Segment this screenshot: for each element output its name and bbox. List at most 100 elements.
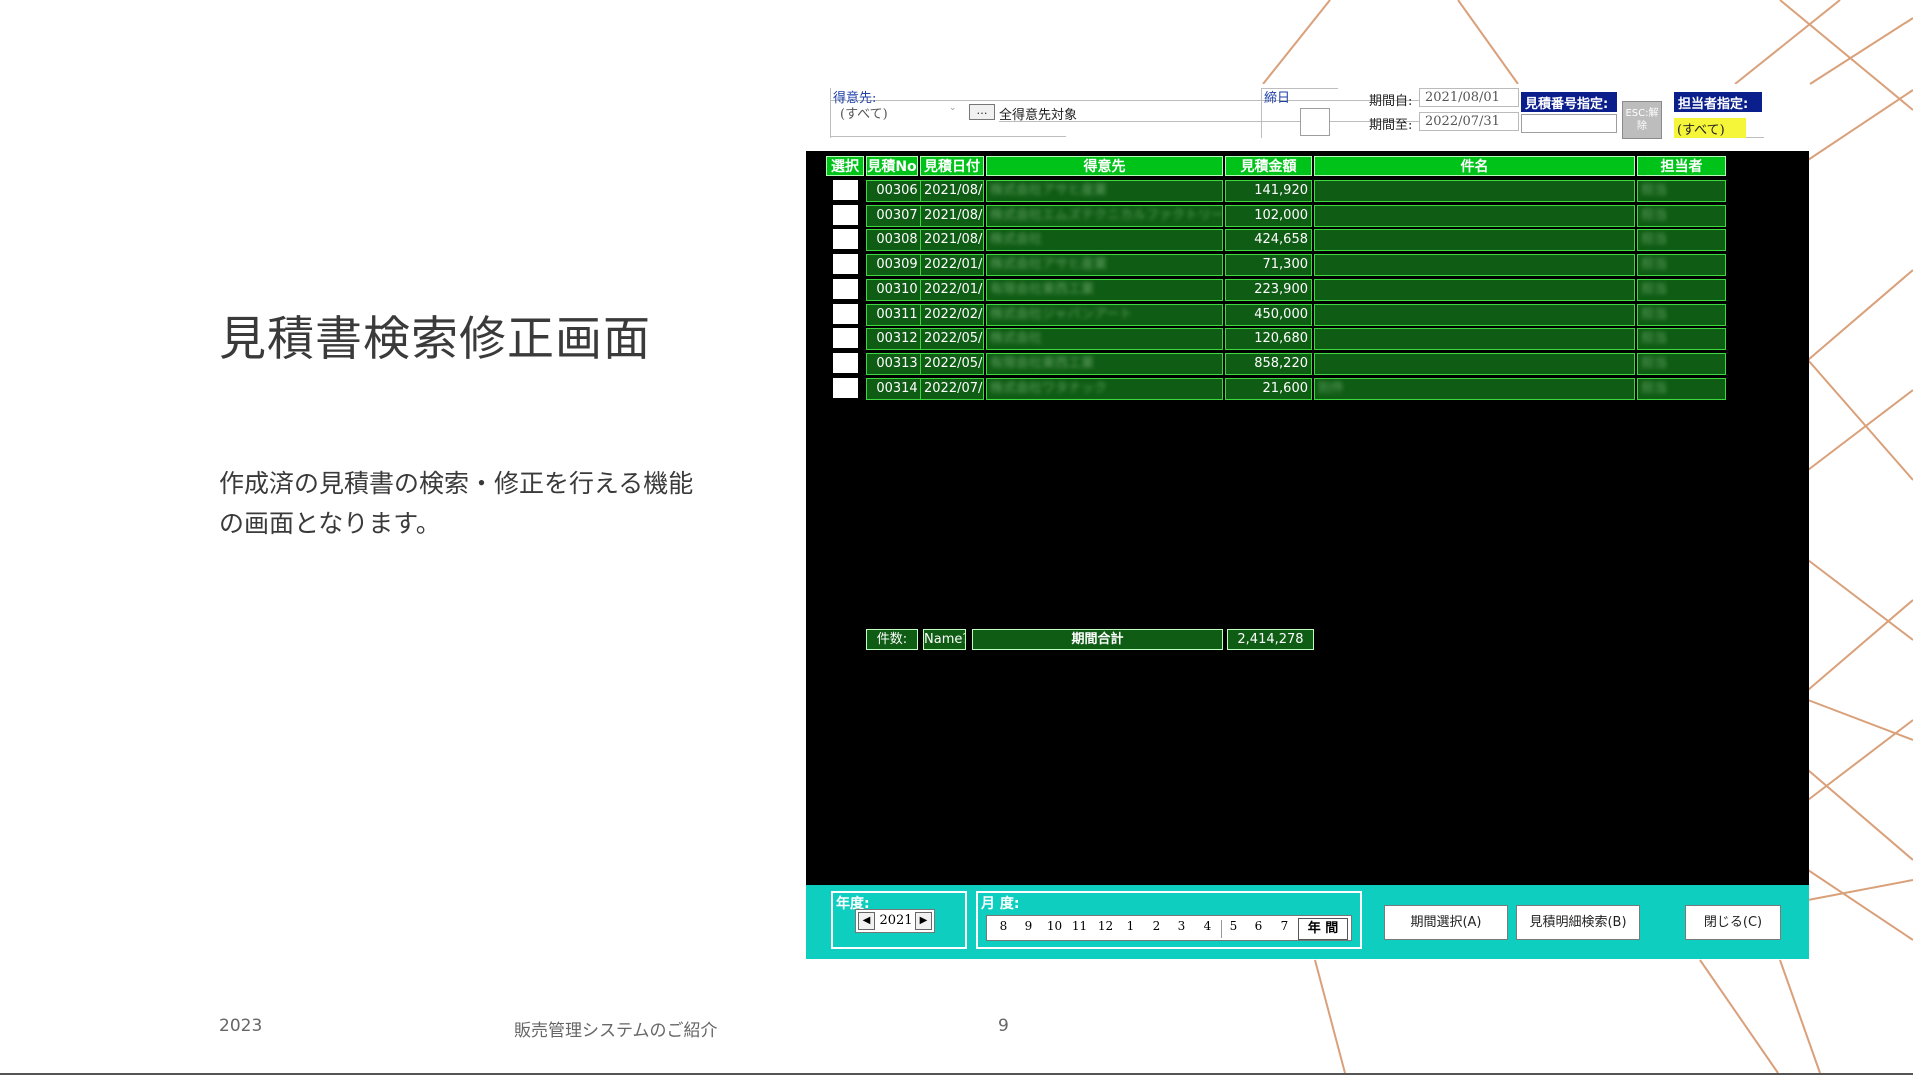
quote-no-cell[interactable]: 00310 — [866, 279, 928, 301]
quote-date-cell[interactable]: 2022/07/28 — [920, 378, 984, 400]
quote-date-cell[interactable]: 2022/05/06 — [920, 328, 984, 350]
esc-clear-button[interactable]: ESC:解除 — [1622, 101, 1662, 139]
quote-no-cell[interactable]: 00309 — [866, 254, 928, 276]
amount-cell[interactable]: 102,000 — [1225, 205, 1312, 227]
customer-cell[interactable]: 株式会社アサヒ産業 — [986, 254, 1223, 276]
column-header-customer[interactable]: 得意先 — [986, 156, 1223, 176]
month-button[interactable]: 8 — [991, 919, 1016, 933]
filter-divider — [1746, 137, 1764, 138]
quote-no-cell[interactable]: 00311 — [866, 304, 928, 326]
select-checkbox[interactable] — [833, 180, 858, 200]
quote-no-cell[interactable]: 00314 — [866, 378, 928, 400]
amount-cell[interactable]: 424,658 — [1225, 229, 1312, 251]
customer-cell[interactable]: 株式会社ワタナック — [986, 378, 1223, 400]
quote-no-cell[interactable]: 00312 — [866, 328, 928, 350]
month-button[interactable]: 11 — [1067, 919, 1092, 933]
period-to-input[interactable]: 2022/07/31 — [1419, 112, 1519, 131]
staff-cell[interactable]: 担当 — [1637, 254, 1726, 276]
subject-cell[interactable] — [1314, 205, 1635, 227]
amount-cell[interactable]: 71,300 — [1225, 254, 1312, 276]
customer-cell[interactable]: 株式会社エムズテクニカルファクトリー — [986, 205, 1223, 227]
amount-cell[interactable]: 223,900 — [1225, 279, 1312, 301]
year-prev-icon[interactable]: ◀ — [858, 912, 875, 930]
staff-cell[interactable]: 担当 — [1637, 180, 1726, 202]
month-button[interactable]: 7 — [1272, 919, 1297, 933]
closing-day-input[interactable] — [1300, 108, 1330, 136]
month-button[interactable]: 3 — [1169, 919, 1194, 933]
year-next-icon[interactable]: ▶ — [915, 912, 932, 930]
staff-cell[interactable]: 担当 — [1637, 205, 1726, 227]
month-button[interactable]: 5 — [1221, 919, 1246, 933]
select-checkbox[interactable] — [833, 304, 858, 324]
count-label: 件数: — [866, 629, 918, 650]
select-checkbox[interactable] — [833, 378, 858, 398]
period-select-button[interactable]: 期間選択(A) — [1384, 905, 1508, 940]
select-checkbox[interactable] — [833, 205, 858, 225]
quote-no-cell[interactable]: 00306 — [866, 180, 928, 202]
quote-date-cell[interactable]: 2022/05/11 — [920, 353, 984, 375]
staff-cell[interactable]: 担当 — [1637, 378, 1726, 400]
quote-date-cell[interactable]: 2022/02/24 — [920, 304, 984, 326]
column-header-date[interactable]: 見積日付 — [920, 156, 984, 176]
quote-no-cell[interactable]: 00307 — [866, 205, 928, 227]
customer-cell[interactable]: 株式会社 — [986, 328, 1223, 350]
column-header-quote-no[interactable]: 見積No — [866, 156, 918, 176]
column-header-subject[interactable]: 件名 — [1314, 156, 1635, 176]
select-checkbox[interactable] — [833, 229, 858, 249]
amount-cell[interactable]: 858,220 — [1225, 353, 1312, 375]
subject-cell[interactable] — [1314, 254, 1635, 276]
customer-cell[interactable]: 株式会社 — [986, 229, 1223, 251]
staff-cell-text: 担当 — [1641, 183, 1668, 198]
quote-date-cell[interactable]: 2021/08/11 — [920, 205, 984, 227]
staff-cell[interactable]: 担当 — [1637, 304, 1726, 326]
subject-cell[interactable] — [1314, 328, 1635, 350]
quote-date-cell[interactable]: 2022/01/13 — [920, 254, 984, 276]
column-header-amount[interactable]: 見積金額 — [1225, 156, 1312, 176]
customer-cell[interactable]: 有限会社東西工業 — [986, 279, 1223, 301]
staff-cell[interactable]: 担当 — [1637, 353, 1726, 375]
chevron-down-icon[interactable]: ⌄ — [949, 103, 957, 113]
staff-select[interactable]: (すべて) — [1674, 118, 1746, 138]
month-button[interactable]: 10 — [1042, 919, 1067, 933]
customer-cell[interactable]: 有限会社東西工業 — [986, 353, 1223, 375]
month-button[interactable]: 6 — [1246, 919, 1271, 933]
quote-no-cell[interactable]: 00313 — [866, 353, 928, 375]
staff-cell[interactable]: 担当 — [1637, 229, 1726, 251]
quote-date-cell[interactable]: 2022/01/18 — [920, 279, 984, 301]
amount-cell[interactable]: 120,680 — [1225, 328, 1312, 350]
month-button[interactable]: 2 — [1144, 919, 1169, 933]
subject-cell[interactable] — [1314, 180, 1635, 202]
select-checkbox[interactable] — [833, 254, 858, 274]
staff-cell[interactable]: 担当 — [1637, 328, 1726, 350]
month-button[interactable]: 12 — [1093, 919, 1118, 933]
detail-search-button[interactable]: 見積明細検索(B) — [1516, 905, 1640, 940]
customer-cell-text: 株式会社ワタナック — [990, 381, 1108, 396]
quote-no-cell[interactable]: 00308 — [866, 229, 928, 251]
customer-cell[interactable]: 株式会社アサヒ産業 — [986, 180, 1223, 202]
amount-cell[interactable]: 21,600 — [1225, 378, 1312, 400]
quote-number-input[interactable] — [1521, 114, 1617, 133]
month-button[interactable]: 4 — [1195, 919, 1220, 933]
amount-cell[interactable]: 141,920 — [1225, 180, 1312, 202]
annual-button[interactable]: 年 間 — [1298, 918, 1348, 940]
customer-cell[interactable]: 株式会社ジャパンアート — [986, 304, 1223, 326]
close-button[interactable]: 閉じる(C) — [1685, 905, 1781, 940]
quote-date-cell[interactable]: 2021/08/18 — [920, 229, 984, 251]
select-checkbox[interactable] — [833, 279, 858, 299]
column-header-staff[interactable]: 担当者 — [1637, 156, 1726, 176]
month-button[interactable]: 1 — [1118, 919, 1143, 933]
month-button[interactable]: 9 — [1016, 919, 1041, 933]
subject-cell[interactable] — [1314, 279, 1635, 301]
customer-select[interactable]: (すべて) — [840, 103, 888, 122]
quote-date-cell[interactable]: 2021/08/04 — [920, 180, 984, 202]
customer-lookup-button[interactable]: … — [969, 104, 995, 120]
select-checkbox[interactable] — [833, 328, 858, 348]
period-from-input[interactable]: 2021/08/01 — [1419, 88, 1519, 107]
select-checkbox[interactable] — [833, 353, 858, 373]
subject-cell[interactable] — [1314, 353, 1635, 375]
amount-cell[interactable]: 450,000 — [1225, 304, 1312, 326]
staff-cell[interactable]: 担当 — [1637, 279, 1726, 301]
subject-cell[interactable] — [1314, 304, 1635, 326]
subject-cell[interactable]: 別件 — [1314, 378, 1635, 400]
subject-cell[interactable] — [1314, 229, 1635, 251]
